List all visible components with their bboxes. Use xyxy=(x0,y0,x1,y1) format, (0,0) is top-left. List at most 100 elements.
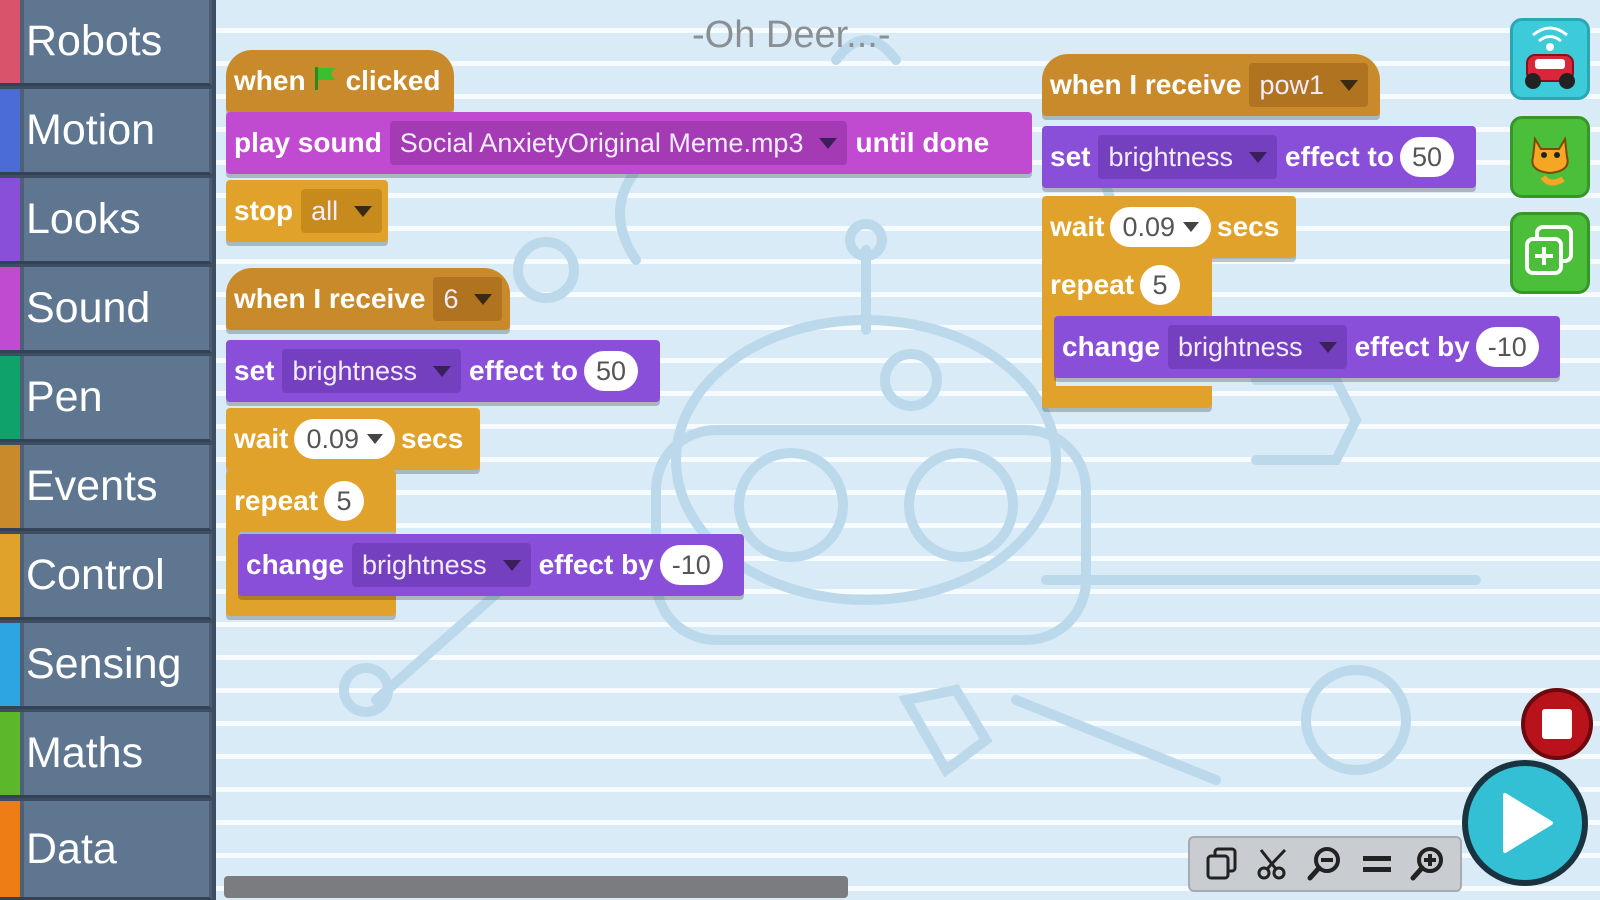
effect-value-input[interactable]: 50 xyxy=(1399,137,1454,177)
category-maths[interactable]: Maths xyxy=(0,712,212,798)
effect-change-input[interactable]: -10 xyxy=(659,545,723,585)
wait-secs-block[interactable]: wait 0.09 secs xyxy=(1042,196,1296,258)
chevron-down-icon xyxy=(819,137,838,149)
category-label: Data xyxy=(26,824,117,873)
effect-value-input[interactable]: 50 xyxy=(583,351,638,391)
block-text: repeat xyxy=(234,485,319,516)
effect-dropdown[interactable]: brightness xyxy=(1098,135,1278,179)
stop-dropdown[interactable]: all xyxy=(301,189,383,233)
category-motion[interactable]: Motion xyxy=(0,89,212,175)
category-data[interactable]: Data xyxy=(0,801,212,900)
play-sound-until-done-block[interactable]: play sound Social AnxietyOriginal Meme.m… xyxy=(226,112,1032,174)
block-text: wait xyxy=(1050,211,1105,242)
category-label: Control xyxy=(26,551,165,599)
when-flag-clicked-block[interactable]: when clicked xyxy=(226,50,454,112)
category-label: Sensing xyxy=(26,640,182,688)
script-workspace[interactable]: -Oh Deer...- when clicked play sound Soc… xyxy=(216,0,1600,900)
block-text: secs xyxy=(401,423,464,454)
change-effect-block[interactable]: change brightness effect by -10 xyxy=(1054,316,1560,378)
block-text: clicked xyxy=(345,65,441,96)
repeat-count-input[interactable]: 5 xyxy=(1140,265,1181,305)
message-dropdown[interactable]: 6 xyxy=(433,277,503,321)
category-control[interactable]: Control xyxy=(0,534,212,620)
set-effect-block[interactable]: set brightness effect to 50 xyxy=(1042,126,1476,188)
horizontal-scrollbar-thumb[interactable] xyxy=(224,876,848,898)
effect-change-input[interactable]: -10 xyxy=(1475,327,1539,367)
category-color-stripe xyxy=(0,801,20,897)
repeat-block[interactable]: repeat 5 xyxy=(226,470,396,532)
category-label: Robots xyxy=(26,17,163,65)
wait-secs-block[interactable]: wait 0.09 secs xyxy=(226,408,480,470)
effect-dropdown[interactable]: brightness xyxy=(352,543,531,587)
block-text: secs xyxy=(1217,211,1280,242)
dropdown-value: brightness xyxy=(1108,141,1234,172)
repeat-count-input[interactable]: 5 xyxy=(324,481,365,521)
category-label: Motion xyxy=(26,106,156,154)
chevron-down-icon xyxy=(1339,79,1358,91)
cat-sprite-icon xyxy=(1531,135,1569,186)
block-text: when I receive xyxy=(234,283,426,314)
block-text: when I receive xyxy=(1050,69,1242,100)
change-effect-block[interactable]: change brightness effect by -10 xyxy=(238,534,744,596)
category-color-stripe xyxy=(0,623,20,706)
message-dropdown[interactable]: pow1 xyxy=(1249,63,1368,107)
category-label: Sound xyxy=(26,284,151,332)
block-text: change xyxy=(246,549,345,580)
chevron-down-icon xyxy=(433,365,452,377)
chevron-down-icon xyxy=(367,434,384,444)
repeat-c-bottom xyxy=(1042,386,1212,408)
category-robots[interactable]: Robots xyxy=(0,0,212,86)
effect-dropdown[interactable]: brightness xyxy=(282,349,462,393)
set-effect-block[interactable]: set brightness effect to 50 xyxy=(226,340,660,402)
when-i-receive-block[interactable]: when I receive 6 xyxy=(226,268,510,330)
category-color-stripe xyxy=(0,267,20,350)
stop-button[interactable] xyxy=(1521,688,1593,760)
block-text: repeat xyxy=(1050,269,1135,300)
block-text: set xyxy=(234,355,275,386)
when-i-receive-block[interactable]: when I receive pow1 xyxy=(1042,54,1380,116)
dropdown-value: brightness xyxy=(1178,331,1303,362)
block-text: wait xyxy=(234,423,289,454)
wait-value-input[interactable]: 0.09 xyxy=(294,419,396,459)
stop-icon xyxy=(1542,709,1572,739)
stop-all-block[interactable]: stop all xyxy=(226,180,388,242)
wait-value-input[interactable]: 0.09 xyxy=(1110,207,1212,247)
dropdown-value: brightness xyxy=(362,549,487,580)
block-text: play sound xyxy=(234,127,382,158)
category-events[interactable]: Events xyxy=(0,445,212,531)
chevron-down-icon xyxy=(1183,222,1200,232)
category-color-stripe xyxy=(0,712,20,795)
play-icon xyxy=(1503,793,1553,853)
effect-dropdown[interactable]: brightness xyxy=(1168,325,1347,369)
go-button[interactable] xyxy=(1462,760,1588,886)
duplicate-add-icon xyxy=(1525,225,1573,275)
category-color-stripe xyxy=(0,0,20,83)
category-color-stripe xyxy=(0,356,20,439)
duplicate-sprite-button[interactable] xyxy=(1510,212,1590,294)
repeat-c-bottom xyxy=(226,594,396,616)
input-value: 0.09 xyxy=(1122,211,1176,242)
repeat-block[interactable]: repeat 5 xyxy=(1042,254,1212,316)
block-text: stop xyxy=(234,195,294,226)
category-pen[interactable]: Pen xyxy=(0,356,212,442)
chevron-down-icon xyxy=(474,293,493,305)
sprite-select-button[interactable] xyxy=(1510,116,1590,198)
category-label: Events xyxy=(26,462,158,510)
project-title: -Oh Deer...- xyxy=(692,14,891,56)
block-text: effect to xyxy=(1285,141,1394,172)
block-text: effect to xyxy=(469,355,578,386)
robot-connect-button[interactable] xyxy=(1510,18,1590,100)
category-sound[interactable]: Sound xyxy=(0,267,212,353)
chevron-down-icon xyxy=(354,205,373,217)
sound-dropdown[interactable]: Social AnxietyOriginal Meme.mp3 xyxy=(389,121,848,165)
robot-car-icon xyxy=(1525,26,1575,89)
category-sensing[interactable]: Sensing xyxy=(0,623,212,709)
block-text: until done xyxy=(855,127,990,158)
dropdown-value: Social AnxietyOriginal Meme.mp3 xyxy=(399,127,804,158)
dropdown-value: pow1 xyxy=(1259,69,1324,100)
category-looks[interactable]: Looks xyxy=(0,178,212,264)
category-color-stripe xyxy=(0,534,20,617)
dropdown-value: 6 xyxy=(443,283,459,314)
green-flag-icon xyxy=(312,64,340,99)
category-color-stripe xyxy=(0,445,20,528)
